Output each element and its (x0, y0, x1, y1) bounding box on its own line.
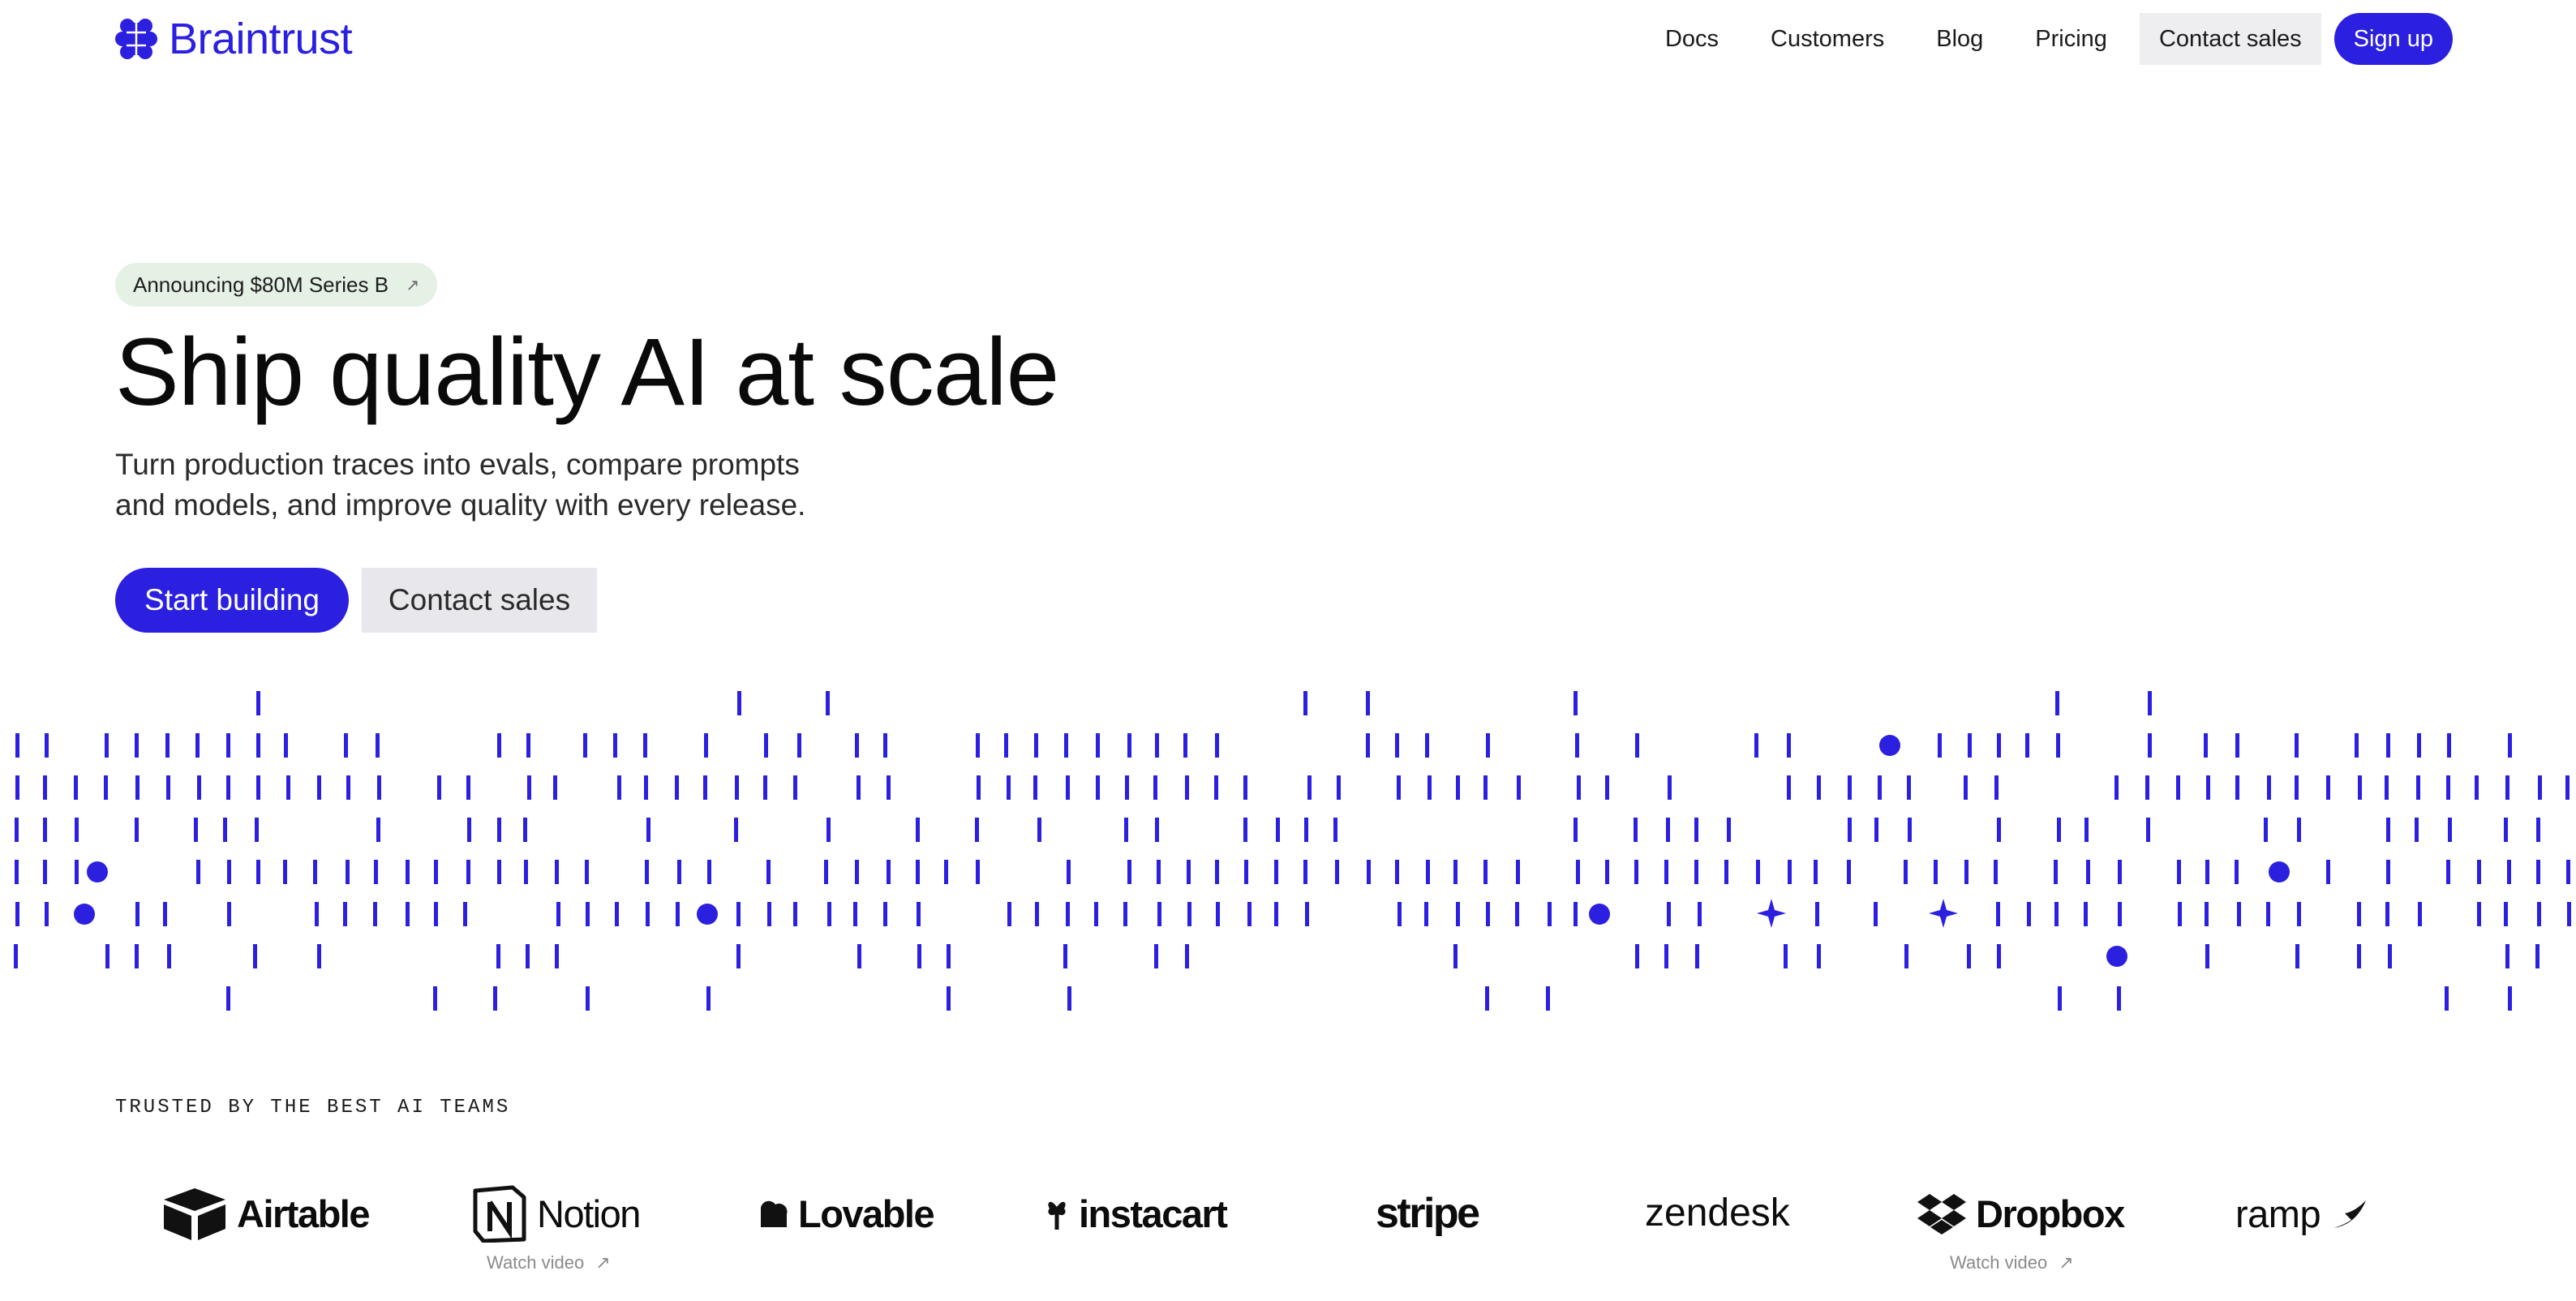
dropbox-logo-icon (1917, 1194, 1966, 1234)
brand-name: Braintrust (169, 15, 353, 63)
logo-instacart: instacart (1045, 1181, 1228, 1246)
ramp-logo-icon (2333, 1200, 2367, 1228)
nav-contact-sales-button[interactable]: Contact sales (2139, 13, 2321, 65)
nav-blog[interactable]: Blog (1910, 13, 2009, 65)
logo-ramp-name: ramp (2235, 1192, 2321, 1235)
notion-logo-icon (473, 1185, 526, 1243)
logo-dropbox: Dropbox (1917, 1181, 2125, 1246)
hero-subtitle-line-1: Turn production traces into evals, compa… (115, 448, 800, 481)
contact-sales-button[interactable]: Contact sales (362, 568, 597, 633)
nav-customers[interactable]: Customers (1745, 13, 1910, 65)
logo-notion-name: Notion (537, 1192, 641, 1235)
dropbox-watch-video-link[interactable]: Watch video ↗ (1950, 1252, 2074, 1273)
logo-airtable-name: Airtable (237, 1192, 371, 1235)
hero-subtitle: Turn production traces into evals, compa… (115, 444, 845, 526)
logo-instacart-name: instacart (1079, 1192, 1228, 1235)
main-nav: Docs Customers Blog Pricing Contact sale… (1639, 13, 2453, 65)
announcement-label: Announcing $80M Series B (133, 272, 389, 297)
nav-pricing[interactable]: Pricing (2009, 13, 2133, 65)
instacart-logo-icon (1048, 1201, 1066, 1230)
braintrust-logo-icon (115, 19, 157, 59)
announcement-pill[interactable]: Announcing $80M Series B ↗ (115, 263, 438, 307)
logo-zendesk-name: zendesk (1645, 1192, 1790, 1234)
site-header: Braintrust Docs Customers Blog Pricing C… (0, 0, 2576, 78)
logo-ramp: ramp (2235, 1181, 2369, 1246)
nav-docs[interactable]: Docs (1639, 13, 1745, 65)
brand-logo[interactable]: Braintrust (115, 11, 353, 67)
hero-subtitle-line-2: and models, and improve quality with eve… (115, 488, 806, 522)
start-building-button[interactable]: Start building (115, 568, 349, 633)
notion-watch-video-link[interactable]: Watch video ↗ (487, 1252, 611, 1273)
airtable-logo-icon (164, 1188, 225, 1240)
arrow-up-right-icon: ↗ (595, 1252, 611, 1273)
logo-dropbox-name: Dropbox (1976, 1192, 2125, 1235)
logo-stripe: stripe (1376, 1181, 1480, 1246)
logo-lovable-name: Lovable (798, 1192, 935, 1235)
logo-notion: Notion (472, 1181, 641, 1246)
logo-stripe-name: stripe (1376, 1190, 1480, 1237)
trace-pattern-graphic (14, 691, 2571, 1011)
arrow-up-right-icon: ↗ (2059, 1252, 2074, 1273)
trusted-heading: TRUSTED BY THE BEST AI TEAMS (115, 1097, 511, 1119)
logo-airtable: Airtable (162, 1181, 371, 1246)
arrow-up-right-icon: ↗ (406, 277, 420, 294)
logo-zendesk: zendesk (1645, 1181, 1790, 1246)
hero-title: Ship quality AI at scale (115, 319, 1059, 426)
lovable-logo-icon (761, 1200, 788, 1227)
sign-up-button[interactable]: Sign up (2333, 13, 2453, 65)
notion-watch-video-label: Watch video (487, 1252, 585, 1273)
logo-lovable: Lovable (759, 1181, 935, 1246)
dropbox-watch-video-label: Watch video (1950, 1252, 2048, 1273)
